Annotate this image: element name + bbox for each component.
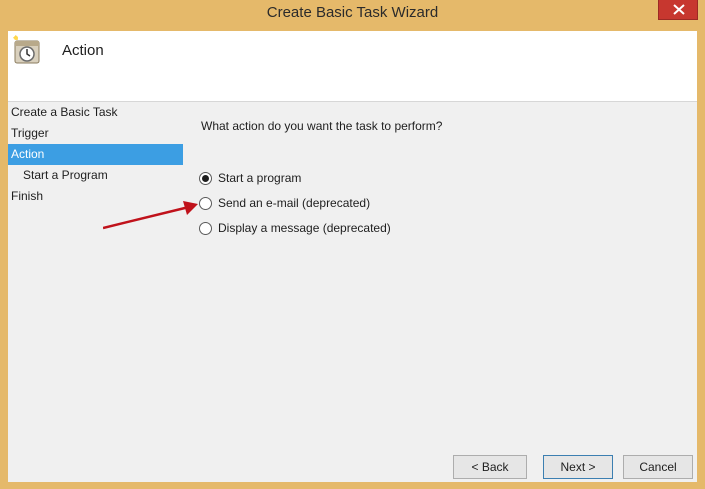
radio-label: Display a message (deprecated) xyxy=(218,221,391,235)
window-title: Create Basic Task Wizard xyxy=(266,4,439,21)
radio-label: Send an e-mail (deprecated) xyxy=(218,196,371,210)
annotation-arrow-icon xyxy=(103,201,198,230)
close-icon xyxy=(673,4,685,15)
step-create-basic-task: Create a Basic Task xyxy=(11,105,118,119)
step-trigger: Trigger xyxy=(11,126,49,140)
step-start-a-program: Start a Program xyxy=(23,168,108,182)
radio-label: Start a program xyxy=(218,171,302,185)
step-action: Action xyxy=(8,144,183,165)
radio-start-program[interactable]: Start a program xyxy=(199,169,301,187)
action-prompt: What action do you want the task to perf… xyxy=(201,119,443,133)
radio-send-email[interactable]: Send an e-mail (deprecated) xyxy=(199,194,370,212)
title-bar[interactable]: Create Basic Task Wizard xyxy=(0,0,705,26)
close-button[interactable] xyxy=(658,0,698,20)
wizard-client-area: Action Create a Basic Task Trigger Actio… xyxy=(8,31,697,482)
radio-button[interactable] xyxy=(199,171,212,185)
step-list: Create a Basic Task Trigger Action Start… xyxy=(8,102,183,207)
next-button[interactable]: Next > xyxy=(543,455,613,479)
radio-display-message[interactable]: Display a message (deprecated) xyxy=(199,219,391,237)
clock-task-icon xyxy=(13,35,40,64)
cancel-button[interactable]: Cancel xyxy=(623,455,693,479)
page-title: Action xyxy=(62,42,104,59)
back-button[interactable]: < Back xyxy=(453,455,527,479)
wizard-window: Create Basic Task Wizard Action Create a… xyxy=(0,0,705,489)
wizard-header: Action xyxy=(8,31,697,102)
